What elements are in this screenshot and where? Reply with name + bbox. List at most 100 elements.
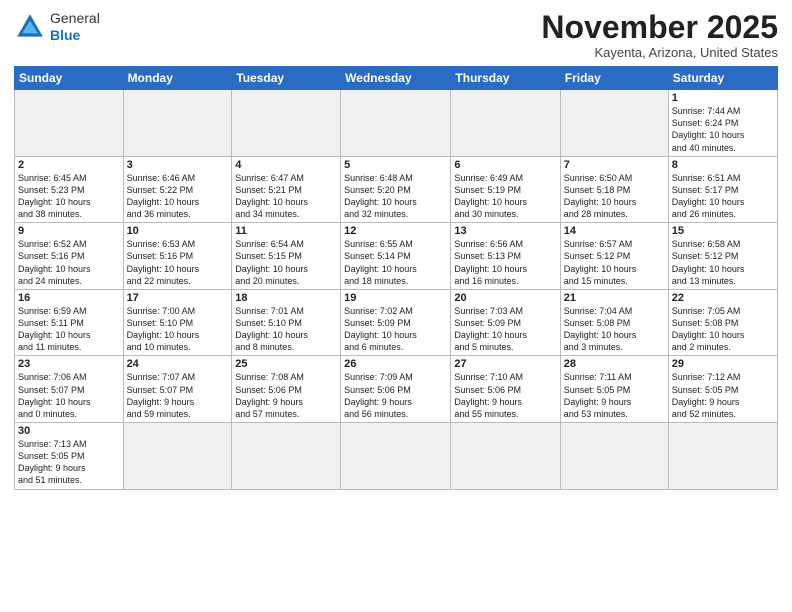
- day-info-26: Sunrise: 7:09 AM Sunset: 5:06 PM Dayligh…: [344, 371, 447, 420]
- day-info-8: Sunrise: 6:51 AM Sunset: 5:17 PM Dayligh…: [672, 172, 774, 221]
- day-info-3: Sunrise: 6:46 AM Sunset: 5:22 PM Dayligh…: [127, 172, 229, 221]
- day-info-23: Sunrise: 7:06 AM Sunset: 5:07 PM Dayligh…: [18, 371, 120, 420]
- header-tuesday: Tuesday: [232, 67, 341, 90]
- calendar-cell-0: [15, 90, 124, 157]
- day-info-21: Sunrise: 7:04 AM Sunset: 5:08 PM Dayligh…: [564, 305, 665, 354]
- day-info-28: Sunrise: 7:11 AM Sunset: 5:05 PM Dayligh…: [564, 371, 665, 420]
- calendar-row-4: 16Sunrise: 6:59 AM Sunset: 5:11 PM Dayli…: [15, 289, 778, 356]
- day-number-24: 24: [127, 358, 229, 370]
- calendar-row-5: 23Sunrise: 7:06 AM Sunset: 5:07 PM Dayli…: [15, 356, 778, 423]
- calendar-cell-25: 20Sunrise: 7:03 AM Sunset: 5:09 PM Dayli…: [451, 289, 560, 356]
- day-info-12: Sunrise: 6:55 AM Sunset: 5:14 PM Dayligh…: [344, 238, 447, 287]
- calendar-title: November 2025: [541, 10, 778, 45]
- day-info-19: Sunrise: 7:02 AM Sunset: 5:09 PM Dayligh…: [344, 305, 447, 354]
- calendar-cell-4: [451, 90, 560, 157]
- header: General Blue November 2025 Kayenta, Ariz…: [14, 10, 778, 60]
- day-number-25: 25: [235, 358, 337, 370]
- calendar-cell-31: 26Sunrise: 7:09 AM Sunset: 5:06 PM Dayli…: [341, 356, 451, 423]
- calendar-cell-11: 6Sunrise: 6:49 AM Sunset: 5:19 PM Daylig…: [451, 156, 560, 223]
- title-block: November 2025 Kayenta, Arizona, United S…: [541, 10, 778, 60]
- header-thursday: Thursday: [451, 67, 560, 90]
- calendar-row-2: 2Sunrise: 6:45 AM Sunset: 5:23 PM Daylig…: [15, 156, 778, 223]
- calendar-cell-38: [341, 423, 451, 490]
- day-info-1: Sunrise: 7:44 AM Sunset: 6:24 PM Dayligh…: [672, 105, 774, 154]
- calendar-cell-8: 3Sunrise: 6:46 AM Sunset: 5:22 PM Daylig…: [123, 156, 232, 223]
- calendar-cell-37: [232, 423, 341, 490]
- day-number-3: 3: [127, 159, 229, 171]
- day-number-22: 22: [672, 292, 774, 304]
- calendar-cell-21: 16Sunrise: 6:59 AM Sunset: 5:11 PM Dayli…: [15, 289, 124, 356]
- day-number-20: 20: [454, 292, 556, 304]
- day-number-6: 6: [454, 159, 556, 171]
- page: General Blue November 2025 Kayenta, Ariz…: [0, 0, 792, 612]
- day-info-29: Sunrise: 7:12 AM Sunset: 5:05 PM Dayligh…: [672, 371, 774, 420]
- calendar-cell-18: 13Sunrise: 6:56 AM Sunset: 5:13 PM Dayli…: [451, 223, 560, 290]
- day-info-16: Sunrise: 6:59 AM Sunset: 5:11 PM Dayligh…: [18, 305, 120, 354]
- calendar-cell-26: 21Sunrise: 7:04 AM Sunset: 5:08 PM Dayli…: [560, 289, 668, 356]
- day-info-27: Sunrise: 7:10 AM Sunset: 5:06 PM Dayligh…: [454, 371, 556, 420]
- calendar-cell-41: [668, 423, 777, 490]
- day-number-29: 29: [672, 358, 774, 370]
- day-info-11: Sunrise: 6:54 AM Sunset: 5:15 PM Dayligh…: [235, 238, 337, 287]
- calendar-cell-12: 7Sunrise: 6:50 AM Sunset: 5:18 PM Daylig…: [560, 156, 668, 223]
- calendar-cell-40: [560, 423, 668, 490]
- logo-text: General Blue: [50, 10, 100, 44]
- day-number-8: 8: [672, 159, 774, 171]
- day-info-2: Sunrise: 6:45 AM Sunset: 5:23 PM Dayligh…: [18, 172, 120, 221]
- day-info-10: Sunrise: 6:53 AM Sunset: 5:16 PM Dayligh…: [127, 238, 229, 287]
- calendar-cell-7: 2Sunrise: 6:45 AM Sunset: 5:23 PM Daylig…: [15, 156, 124, 223]
- calendar-cell-23: 18Sunrise: 7:01 AM Sunset: 5:10 PM Dayli…: [232, 289, 341, 356]
- day-info-30: Sunrise: 7:13 AM Sunset: 5:05 PM Dayligh…: [18, 438, 120, 487]
- calendar-cell-17: 12Sunrise: 6:55 AM Sunset: 5:14 PM Dayli…: [341, 223, 451, 290]
- header-saturday: Saturday: [668, 67, 777, 90]
- day-number-5: 5: [344, 159, 447, 171]
- calendar-cell-15: 10Sunrise: 6:53 AM Sunset: 5:16 PM Dayli…: [123, 223, 232, 290]
- day-number-12: 12: [344, 225, 447, 237]
- day-info-25: Sunrise: 7:08 AM Sunset: 5:06 PM Dayligh…: [235, 371, 337, 420]
- day-number-17: 17: [127, 292, 229, 304]
- day-info-9: Sunrise: 6:52 AM Sunset: 5:16 PM Dayligh…: [18, 238, 120, 287]
- day-number-9: 9: [18, 225, 120, 237]
- day-number-13: 13: [454, 225, 556, 237]
- logo-icon: [14, 11, 46, 43]
- header-sunday: Sunday: [15, 67, 124, 90]
- calendar-cell-36: [123, 423, 232, 490]
- calendar-cell-6: 1Sunrise: 7:44 AM Sunset: 6:24 PM Daylig…: [668, 90, 777, 157]
- header-monday: Monday: [123, 67, 232, 90]
- day-info-5: Sunrise: 6:48 AM Sunset: 5:20 PM Dayligh…: [344, 172, 447, 221]
- day-info-24: Sunrise: 7:07 AM Sunset: 5:07 PM Dayligh…: [127, 371, 229, 420]
- day-number-16: 16: [18, 292, 120, 304]
- calendar-cell-27: 22Sunrise: 7:05 AM Sunset: 5:08 PM Dayli…: [668, 289, 777, 356]
- calendar-cell-9: 4Sunrise: 6:47 AM Sunset: 5:21 PM Daylig…: [232, 156, 341, 223]
- weekday-header-row: Sunday Monday Tuesday Wednesday Thursday…: [15, 67, 778, 90]
- calendar-cell-14: 9Sunrise: 6:52 AM Sunset: 5:16 PM Daylig…: [15, 223, 124, 290]
- day-info-22: Sunrise: 7:05 AM Sunset: 5:08 PM Dayligh…: [672, 305, 774, 354]
- calendar-cell-39: [451, 423, 560, 490]
- calendar-row-1: 1Sunrise: 7:44 AM Sunset: 6:24 PM Daylig…: [15, 90, 778, 157]
- day-number-7: 7: [564, 159, 665, 171]
- calendar-cell-30: 25Sunrise: 7:08 AM Sunset: 5:06 PM Dayli…: [232, 356, 341, 423]
- day-number-1: 1: [672, 92, 774, 104]
- day-info-6: Sunrise: 6:49 AM Sunset: 5:19 PM Dayligh…: [454, 172, 556, 221]
- header-wednesday: Wednesday: [341, 67, 451, 90]
- day-info-13: Sunrise: 6:56 AM Sunset: 5:13 PM Dayligh…: [454, 238, 556, 287]
- calendar-cell-35: 30Sunrise: 7:13 AM Sunset: 5:05 PM Dayli…: [15, 423, 124, 490]
- calendar-cell-19: 14Sunrise: 6:57 AM Sunset: 5:12 PM Dayli…: [560, 223, 668, 290]
- header-friday: Friday: [560, 67, 668, 90]
- calendar-cell-24: 19Sunrise: 7:02 AM Sunset: 5:09 PM Dayli…: [341, 289, 451, 356]
- calendar-cell-20: 15Sunrise: 6:58 AM Sunset: 5:12 PM Dayli…: [668, 223, 777, 290]
- day-info-4: Sunrise: 6:47 AM Sunset: 5:21 PM Dayligh…: [235, 172, 337, 221]
- day-number-14: 14: [564, 225, 665, 237]
- logo: General Blue: [14, 10, 100, 44]
- day-info-18: Sunrise: 7:01 AM Sunset: 5:10 PM Dayligh…: [235, 305, 337, 354]
- calendar-table: Sunday Monday Tuesday Wednesday Thursday…: [14, 66, 778, 489]
- day-number-19: 19: [344, 292, 447, 304]
- day-number-23: 23: [18, 358, 120, 370]
- day-info-7: Sunrise: 6:50 AM Sunset: 5:18 PM Dayligh…: [564, 172, 665, 221]
- calendar-cell-28: 23Sunrise: 7:06 AM Sunset: 5:07 PM Dayli…: [15, 356, 124, 423]
- calendar-subtitle: Kayenta, Arizona, United States: [541, 45, 778, 60]
- calendar-cell-34: 29Sunrise: 7:12 AM Sunset: 5:05 PM Dayli…: [668, 356, 777, 423]
- day-number-28: 28: [564, 358, 665, 370]
- day-number-26: 26: [344, 358, 447, 370]
- calendar-cell-33: 28Sunrise: 7:11 AM Sunset: 5:05 PM Dayli…: [560, 356, 668, 423]
